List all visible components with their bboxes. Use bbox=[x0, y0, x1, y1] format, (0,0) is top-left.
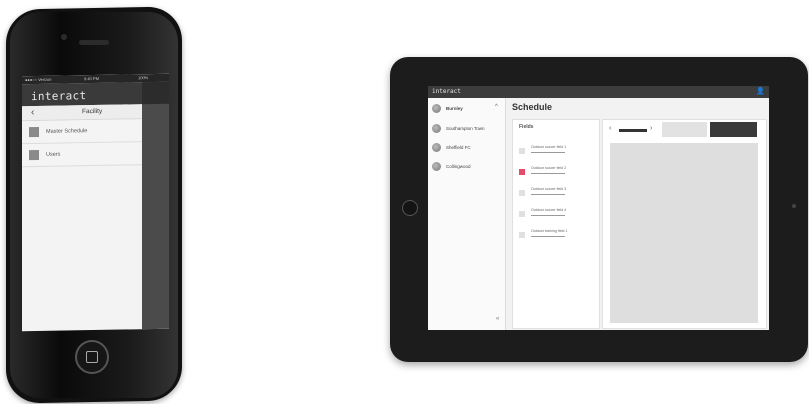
sidebar-item-label: Collingwood bbox=[446, 164, 471, 169]
field-color-box[interactable] bbox=[519, 169, 525, 175]
field-color-box[interactable] bbox=[519, 211, 525, 217]
phone-camera bbox=[61, 34, 67, 40]
field-underline bbox=[531, 173, 565, 174]
view-toggle-button[interactable] bbox=[662, 122, 707, 137]
app-brand: interact bbox=[432, 88, 461, 95]
tablet-camera bbox=[792, 204, 796, 208]
field-underline bbox=[531, 215, 565, 216]
field-label[interactable]: Outdoor soccer field 2 bbox=[531, 166, 566, 170]
battery-label: 100% bbox=[138, 75, 149, 81]
page-title: Schedule bbox=[512, 102, 553, 112]
date-label-placeholder bbox=[619, 129, 647, 132]
nav-title: Facility bbox=[82, 107, 103, 116]
square-icon bbox=[29, 126, 39, 138]
home-square-icon bbox=[86, 351, 98, 363]
time-label: 9:40 PM bbox=[84, 75, 99, 82]
sidebar-item-label: Southampton Town bbox=[446, 126, 485, 131]
field-underline bbox=[531, 236, 565, 237]
field-label[interactable]: Outdoor training field 1 bbox=[531, 229, 567, 233]
calendar-grid[interactable] bbox=[610, 143, 758, 323]
phone-speaker bbox=[79, 40, 109, 45]
list-item-label: Master Schedule bbox=[46, 128, 88, 135]
field-label[interactable]: Outdoor soccer field 1 bbox=[531, 145, 566, 149]
field-underline bbox=[531, 152, 565, 153]
chevron-right-icon[interactable]: › bbox=[650, 125, 652, 132]
fields-panel bbox=[512, 119, 600, 329]
avatar bbox=[432, 143, 441, 152]
list-item-users[interactable] bbox=[22, 142, 142, 168]
fields-title: Fields bbox=[519, 124, 534, 130]
side-drawer-overlay-top bbox=[142, 81, 169, 105]
phone-screen: ●●●○○ Verizon 9:40 PM 100% interact ‹ Fa… bbox=[22, 73, 169, 332]
field-label[interactable]: Outdoor soccer field 4 bbox=[531, 208, 566, 212]
user-icon[interactable]: 👤 bbox=[756, 88, 765, 96]
avatar bbox=[432, 162, 441, 171]
field-color-box[interactable] bbox=[519, 232, 525, 238]
field-underline bbox=[531, 194, 565, 195]
collapse-sidebar-icon[interactable]: « bbox=[496, 316, 499, 322]
list-item-label: Users bbox=[46, 151, 61, 158]
side-drawer-overlay[interactable] bbox=[142, 81, 169, 330]
sidebar-item-label: Burnley bbox=[446, 106, 463, 111]
field-color-box[interactable] bbox=[519, 190, 525, 196]
tablet-screen: interact 👤 Burnley ^ Southampton Town Sh… bbox=[428, 86, 769, 330]
avatar bbox=[432, 104, 441, 113]
sidebar-item-label: Sheffield FC bbox=[446, 145, 471, 150]
field-color-box[interactable] bbox=[519, 148, 525, 154]
square-icon bbox=[29, 149, 39, 161]
chevron-up-icon[interactable]: ^ bbox=[495, 104, 498, 110]
app-brand: interact bbox=[31, 89, 87, 104]
chevron-left-icon[interactable]: ‹ bbox=[31, 106, 34, 120]
tablet-home-button[interactable] bbox=[402, 200, 418, 216]
field-label[interactable]: Outdoor soccer field 3 bbox=[531, 187, 566, 191]
app-header bbox=[428, 86, 769, 98]
chevron-left-icon[interactable]: ‹ bbox=[609, 125, 611, 132]
avatar bbox=[432, 124, 441, 133]
view-toggle-button-active[interactable] bbox=[710, 122, 757, 137]
